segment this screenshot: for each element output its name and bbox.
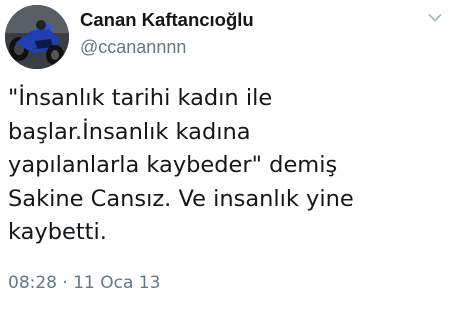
tweet-text-line: "İnsanlık tarihi kadın ile bbox=[8, 85, 273, 111]
tweet-timestamp[interactable]: 08:28 · 11 Oca 13 bbox=[8, 272, 160, 294]
tweet-date: 11 Oca 13 bbox=[73, 273, 161, 293]
tweet-text-line: başlar.İnsanlık kadına bbox=[8, 118, 251, 145]
tweet-text-line: kaybetti. bbox=[8, 219, 107, 245]
avatar[interactable] bbox=[5, 5, 69, 69]
tweet-time: 08:28 bbox=[8, 273, 57, 293]
chevron-down-icon[interactable] bbox=[428, 13, 442, 23]
tweet-text-line: yapılanlarla kaybeder" demiş bbox=[8, 152, 338, 178]
tweet-text-line: Sakine Cansız. Ve insanlık yine bbox=[8, 185, 354, 212]
user-handle[interactable]: @ccanannnn bbox=[80, 36, 186, 58]
tweet-card: Canan Kaftancıoğlu @ccanannnn "İnsanlık … bbox=[0, 0, 450, 311]
tweet-text: "İnsanlık tarihi kadın ile başlar.İnsanl… bbox=[8, 82, 444, 250]
display-name[interactable]: Canan Kaftancıoğlu bbox=[80, 9, 254, 31]
motorcycle-avatar-icon bbox=[5, 5, 69, 69]
meta-separator: · bbox=[62, 273, 68, 293]
